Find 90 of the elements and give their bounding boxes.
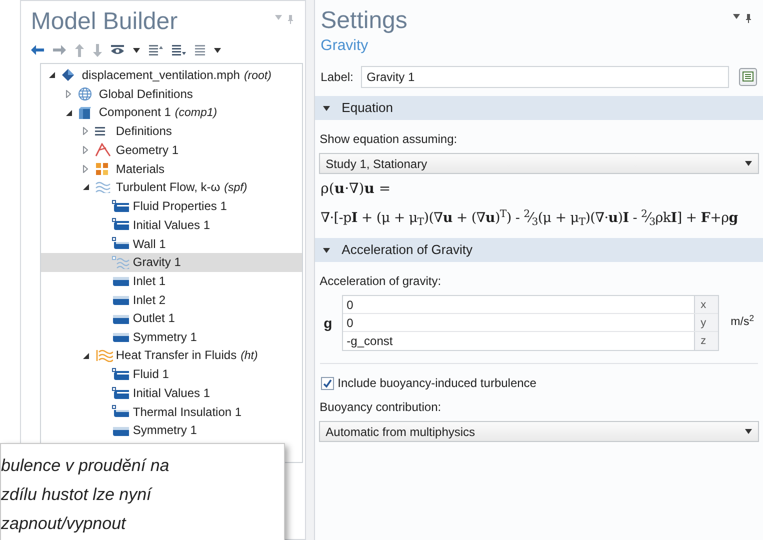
- collapse-list-icon[interactable]: [148, 44, 163, 56]
- tree-item[interactable]: Symmetry 1: [40, 328, 302, 346]
- tree-item[interactable]: Initial Values 1: [40, 216, 302, 234]
- cube-icon: [78, 106, 91, 120]
- geometry-icon: [94, 143, 111, 158]
- tree-item[interactable]: Definitions: [40, 122, 302, 141]
- tree-item[interactable]: Wall 1: [40, 234, 302, 253]
- field-caption: Buoyancy contribution:: [318, 399, 442, 416]
- expanded-triangle-icon: [322, 106, 330, 110]
- expanded-triangle-icon[interactable]: [82, 184, 89, 190]
- collapsed-triangle-icon[interactable]: [82, 146, 88, 154]
- expanded-triangle-icon[interactable]: [66, 110, 72, 116]
- dropdown-caret-icon: [274, 15, 282, 20]
- diamond-icon: [60, 68, 75, 82]
- dropdown-caret-icon[interactable]: [132, 48, 140, 52]
- dropdown-caret-icon: [733, 14, 740, 19]
- vector-symbol: g: [324, 314, 334, 333]
- expanded-triangle-icon[interactable]: [82, 352, 89, 359]
- tree-item[interactable]: Turbulent Flow, k-ω (spf): [40, 178, 302, 197]
- component-label: z: [694, 332, 718, 350]
- vector-component-field[interactable]: 0: [342, 314, 695, 331]
- boundary-icon: [112, 274, 130, 288]
- dropdown-caret-icon: [745, 429, 752, 434]
- equation: ∇·[-pI + (μ + μ$_{T}$)(∇u + (∇u)$^{T}$) - $^{2}$⁄$_{3}$(μ + μ$_{T}$)(∇·u)I - $^{2}$⁄$_{3}$ρkI] + F+ρg: [320, 208, 739, 230]
- pin-icon: [746, 14, 751, 23]
- tree-item[interactable]: Inlet 1: [40, 272, 302, 290]
- domain-icon: [112, 200, 130, 213]
- tree-item[interactable]: Heat Transfer in Fluids (ht): [40, 346, 302, 365]
- tree-item[interactable]: Initial Values 1: [40, 384, 302, 402]
- boundary-icon: [112, 405, 130, 418]
- checkbox-label: Include buoyancy-induced turbulence: [338, 375, 536, 392]
- collapsed-triangle-icon[interactable]: [82, 164, 88, 173]
- comment-icon[interactable]: [739, 68, 757, 86]
- tree-item[interactable]: Symmetry 1: [40, 421, 302, 440]
- collapsed-triangle-icon[interactable]: [82, 127, 88, 136]
- field-caption: Acceleration of gravity:: [318, 273, 442, 290]
- globe-icon: [78, 87, 92, 102]
- tree-item[interactable]: Materials: [40, 159, 302, 178]
- domain-icon: [112, 368, 130, 381]
- field-caption: Show equation assuming:: [318, 131, 458, 148]
- panel-subtitle: Gravity: [320, 36, 370, 56]
- dropdown-caret-icon: [745, 161, 752, 166]
- pin-icon: [288, 15, 293, 24]
- collapsed-triangle-icon[interactable]: [66, 90, 71, 98]
- expanded-triangle-icon: [322, 248, 330, 252]
- tree-item[interactable]: Thermal Insulation 1: [40, 402, 302, 422]
- vector-component-field[interactable]: 0: [342, 296, 695, 313]
- waves-icon: [94, 181, 111, 194]
- equation: ρ(u·∇)u =: [320, 180, 392, 199]
- unit-label: m/s$^{2}$: [730, 314, 754, 330]
- component-label: y: [694, 314, 718, 331]
- callout-text: zapnout/vypnout: [1, 513, 128, 535]
- tree-item[interactable]: Fluid 1: [40, 365, 302, 384]
- panel-title: Settings: [320, 6, 408, 36]
- callout-text: zdílu hustot lze nyní: [1, 484, 154, 506]
- boundary-icon: [112, 237, 130, 250]
- vector-component-field[interactable]: -g_const: [342, 332, 695, 350]
- domain-icon: [112, 218, 130, 232]
- callout-text: bulence v proudění na: [1, 455, 170, 477]
- boundary-icon: [112, 293, 130, 306]
- back-arrow-icon[interactable]: [30, 45, 44, 55]
- component-label: x: [694, 296, 718, 313]
- waves-icon: [112, 256, 130, 269]
- tree-item[interactable]: Outlet 1: [40, 308, 302, 328]
- list-icon[interactable]: [194, 44, 205, 56]
- tree-item[interactable]: displacement_ventilation.mph (root): [40, 66, 302, 85]
- eye-icon[interactable]: [110, 45, 124, 55]
- dropdown[interactable]: Study 1, Stationary: [318, 153, 759, 174]
- dropdown-caret-icon[interactable]: [214, 48, 221, 52]
- boundary-icon: [112, 330, 130, 344]
- section-header[interactable]: Acceleration of Gravity: [314, 238, 763, 262]
- tree-item[interactable]: Component 1 (comp1): [40, 103, 302, 122]
- expanded-triangle-icon[interactable]: [48, 72, 55, 78]
- field-label: Label:: [320, 69, 354, 86]
- section-header[interactable]: Equation: [314, 96, 763, 120]
- checkbox[interactable]: [320, 376, 334, 390]
- panel-title: Model Builder: [30, 7, 178, 37]
- list-icon: [94, 126, 107, 136]
- waves-icon: [94, 349, 113, 362]
- expand-list-icon[interactable]: [172, 44, 186, 56]
- tree-item[interactable]: Fluid Properties 1: [40, 196, 302, 216]
- domain-icon: [112, 386, 130, 400]
- materials-icon: [94, 162, 109, 176]
- tree-item[interactable]: Geometry 1: [40, 140, 302, 160]
- label-field[interactable]: Gravity 1: [360, 66, 729, 88]
- tree-item[interactable]: Global Definitions: [40, 84, 302, 104]
- dropdown[interactable]: Automatic from multiphysics: [318, 421, 759, 442]
- tree-item[interactable]: Inlet 2: [40, 290, 302, 309]
- tree-item[interactable]: Gravity 1: [40, 252, 302, 272]
- forward-arrow-icon[interactable]: [52, 45, 66, 55]
